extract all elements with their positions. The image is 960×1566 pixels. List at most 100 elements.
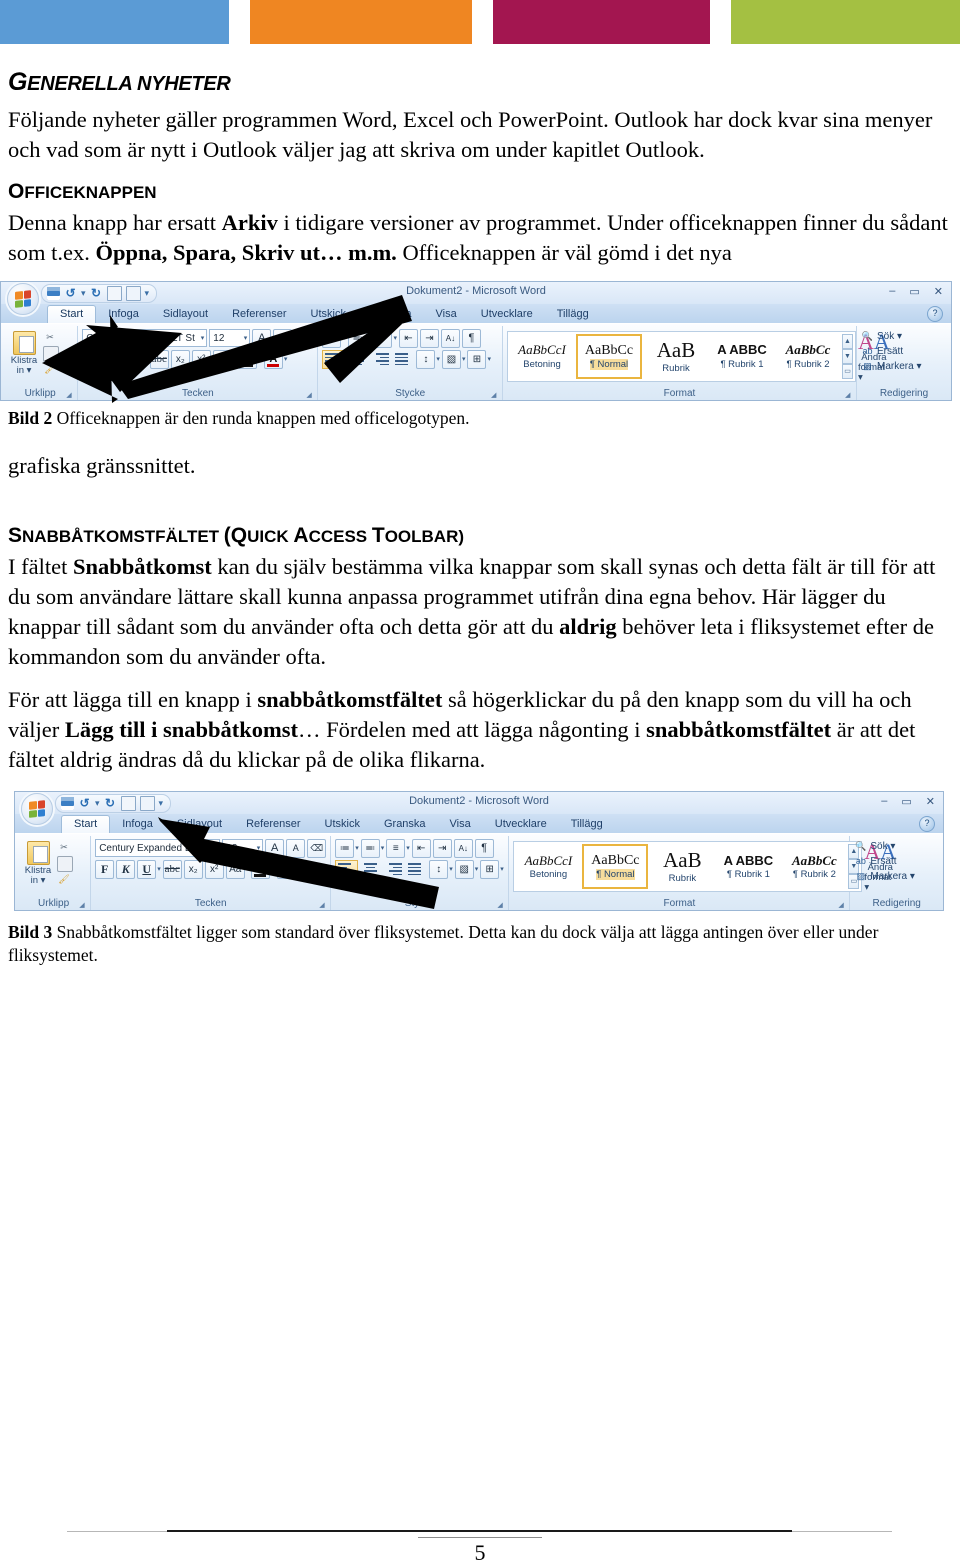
show-formatting-marks-icon[interactable]: ¶ [474,838,494,858]
underline-chevron-down-icon[interactable]: ▾ [157,865,161,873]
multilevel-list-icon[interactable]: ≡ [373,328,393,348]
decrease-indent-icon[interactable]: ⇤ [411,838,431,858]
tab-visa[interactable]: Visa [424,306,469,323]
scroll-up-icon[interactable]: ▲ [842,333,853,349]
style-item-normal[interactable]: AaBbCc ¶ Normal [582,843,649,889]
ribbon-tabs-2[interactable]: Start Infoga Sidlayout Referenser Utskic… [15,813,943,833]
tab-referenser[interactable]: Referenser [220,306,298,323]
paste-button[interactable]: Klistra in ▾ [21,840,55,886]
line-spacing-icon[interactable]: ↕ [416,349,436,369]
close-icon[interactable]: ✕ [926,795,935,808]
style-item-rubrik-1[interactable]: A ABBC ¶ Rubrik 1 [710,333,774,379]
tab-start[interactable]: Start [47,304,97,323]
borders-chevron-down-icon[interactable]: ▾ [500,865,504,873]
tab-infoga[interactable]: Infoga [110,816,165,833]
styles-gallery[interactable]: AaBbCcI Betoning AaBbCc ¶ Normal AaB Rub… [513,840,863,892]
tab-visa[interactable]: Visa [438,816,483,833]
superscript-icon[interactable]: x² [204,859,224,879]
show-formatting-marks-icon[interactable]: ¶ [461,328,481,348]
font-name-chevron-down-icon[interactable]: ▾ [201,334,205,342]
italic-icon[interactable]: K [116,859,136,879]
tab-tillagg[interactable]: Tillägg [559,816,615,833]
numbering-icon[interactable]: ≕ [347,328,367,348]
font-color-chevron-down-icon[interactable]: ▾ [284,355,288,363]
styles-gallery-scroll[interactable]: ▲ ▼ ▭ [842,333,853,379]
highlight-icon[interactable]: ab [238,349,258,369]
change-case-chevron-down-icon[interactable]: ▾ [233,355,237,363]
find-button[interactable]: 🔍 Sök ▾ [854,839,939,854]
multilevel-chevron-down-icon[interactable]: ▾ [393,334,397,342]
font-size-combobox[interactable]: 12 ▾ [222,839,264,858]
shrink-font-icon[interactable]: A [286,838,306,858]
minimize-icon[interactable]: – [889,285,895,298]
borders-icon[interactable]: ⊞ [480,859,500,879]
font-name-combobox[interactable]: Century Expanded LT St ▾ [95,839,221,858]
select-button[interactable]: ▨ Markera ▾ [854,869,939,884]
bold-icon[interactable]: F [82,349,102,369]
align-center-icon[interactable] [360,861,381,878]
bullets-icon[interactable]: ≔ [322,328,342,348]
format-painter-icon[interactable]: 🖌 [43,363,57,377]
replace-button[interactable]: ab Ersätt [854,854,939,869]
font-dialog-launcher-icon[interactable]: ◢ [319,901,327,909]
tab-sidlayout[interactable]: Sidlayout [151,306,220,323]
sort-icon[interactable]: A↓ [440,328,460,348]
font-name-chevron-down-icon[interactable]: ▾ [214,844,218,852]
font-size-combobox[interactable]: 12 ▾ [209,329,251,348]
tab-granska[interactable]: Granska [358,306,424,323]
bullets-icon[interactable]: ≔ [335,838,355,858]
cut-icon[interactable]: ✂ [43,331,57,345]
office-button-icon[interactable] [21,792,53,825]
align-left-icon[interactable] [322,349,346,369]
tab-utskick[interactable]: Utskick [313,816,372,833]
justify-icon[interactable] [393,351,414,368]
select-button[interactable]: ▨ Markera ▾ [861,359,947,374]
minimize-icon[interactable]: – [881,795,887,808]
align-right-icon[interactable] [383,861,404,878]
restore-icon[interactable]: ▭ [909,285,919,298]
ribbon-tabs-1[interactable]: Start Infoga Sidlayout Referenser Utskic… [1,303,951,323]
line-spacing-icon[interactable]: ↕ [429,859,449,879]
superscript-icon[interactable]: x² [191,349,211,369]
office-button-icon[interactable] [7,282,39,315]
tab-start[interactable]: Start [61,814,111,833]
window-controls-1[interactable]: – ▭ ✕ [889,285,943,298]
tab-granska[interactable]: Granska [372,816,438,833]
underline-icon[interactable]: U [124,349,144,369]
shading-icon[interactable]: ▧ [441,349,461,369]
shading-chevron-down-icon[interactable]: ▾ [475,865,479,873]
cut-icon[interactable]: ✂ [57,841,71,855]
tab-referenser[interactable]: Referenser [234,816,312,833]
close-icon[interactable]: ✕ [934,285,943,298]
align-right-icon[interactable] [370,351,391,368]
bold-icon[interactable]: F [95,859,115,879]
font-dialog-launcher-icon[interactable]: ◢ [306,391,314,399]
find-button[interactable]: 🔍 Sök ▾ [861,329,947,344]
multilevel-chevron-down-icon[interactable]: ▾ [406,844,410,852]
paste-button[interactable]: Klistra in ▾ [7,330,41,376]
align-center-icon[interactable] [347,351,368,368]
grow-font-icon[interactable]: A [265,838,285,858]
style-item-betoning[interactable]: AaBbCcI Betoning [516,843,581,889]
tab-sidlayout[interactable]: Sidlayout [165,816,234,833]
font-color-chevron-down-icon[interactable]: ▾ [297,865,301,873]
bullets-chevron-down-icon[interactable]: ▾ [342,334,346,342]
subscript-icon[interactable]: x₂ [170,349,190,369]
font-size-chevron-down-icon[interactable]: ▾ [257,844,261,852]
borders-icon[interactable]: ⊞ [467,349,487,369]
highlight-chevron-down-icon[interactable]: ▾ [258,355,262,363]
numbering-chevron-down-icon[interactable]: ▾ [381,844,385,852]
style-item-rubrik-1[interactable]: A ABBC ¶ Rubrik 1 [716,843,781,889]
style-item-rubrik-2[interactable]: AaBbCc ¶ Rubrik 2 [782,843,847,889]
line-spacing-chevron-down-icon[interactable]: ▾ [449,865,453,873]
line-spacing-chevron-down-icon[interactable]: ▾ [436,355,440,363]
shrink-font-icon[interactable]: A [273,328,293,348]
italic-icon[interactable]: K [103,349,123,369]
change-case-icon[interactable]: Aa [225,859,245,879]
replace-button[interactable]: ab Ersätt [861,344,947,359]
multilevel-list-icon[interactable]: ≡ [386,838,406,858]
styles-gallery[interactable]: AaBbCcI Betoning AaBbCc ¶ Normal AaB Rub… [507,330,856,382]
increase-indent-icon[interactable]: ⇥ [419,328,439,348]
tab-infoga[interactable]: Infoga [96,306,151,323]
style-item-rubrik[interactable]: AaB Rubrik [650,843,715,889]
